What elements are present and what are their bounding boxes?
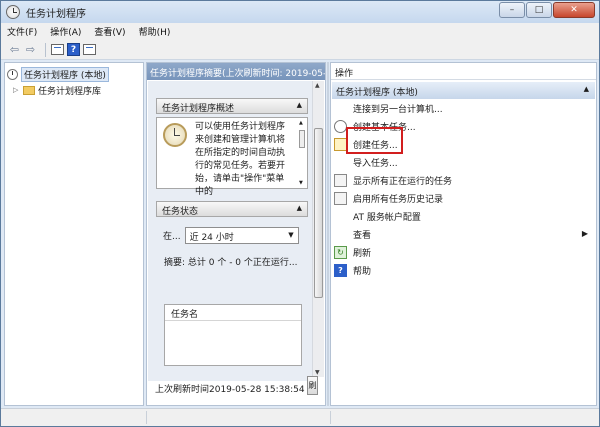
tree-item-library[interactable]: ▷ 任务计划程序库: [13, 82, 143, 98]
forward-arrow-icon[interactable]: ⇨: [24, 43, 37, 56]
title-bar[interactable]: 任务计划程序 – □ ✕: [1, 1, 599, 23]
status-bar-divider: [330, 411, 331, 424]
summary-scrollbar[interactable]: ▲ ▼: [312, 81, 324, 377]
scroll-thumb[interactable]: [299, 130, 305, 148]
close-button[interactable]: ✕: [553, 2, 595, 18]
refresh-icon: ↻: [334, 245, 347, 259]
submenu-arrow-icon: ▶: [581, 229, 588, 238]
actions-title: 操作: [331, 63, 596, 80]
overview-section-header[interactable]: 任务计划程序概述 ▲: [156, 98, 308, 114]
actions-section-header[interactable]: 任务计划程序 (本地) ▲: [332, 82, 595, 99]
action-label: 导入任务...: [353, 158, 398, 169]
action-connect-computer[interactable]: 连接到另一台计算机...: [331, 99, 596, 117]
action-at-service-config[interactable]: AT 服务帐户配置: [331, 207, 596, 225]
overview-panel: 可以使用任务计划程序来创建和管理计算机将在所指定的时间自动执行的常见任务。若要开…: [156, 117, 308, 197]
collapse-caret-icon[interactable]: ▲: [297, 204, 302, 212]
scroll-down-icon[interactable]: ▼: [299, 180, 303, 186]
pane-splitter[interactable]: [327, 62, 329, 406]
highlight-annotation-box: [346, 127, 403, 154]
action-label: 刷新: [353, 248, 372, 259]
maximize-button[interactable]: □: [526, 2, 552, 18]
refresh-summary-button[interactable]: 刷: [307, 376, 318, 395]
blank-icon: [334, 210, 347, 223]
menu-file[interactable]: 文件(F): [7, 25, 37, 38]
overview-text: 可以使用任务计划程序来创建和管理计算机将在所指定的时间自动执行的常见任务。若要开…: [195, 122, 286, 197]
status-bar: [1, 408, 599, 426]
scheduler-clock-icon: [163, 123, 187, 147]
console-tree: 任务计划程序 (本地) ▷ 任务计划程序库: [4, 62, 144, 406]
collapse-caret-icon[interactable]: ▲: [584, 85, 589, 93]
tree-item-label: 任务计划程序库: [38, 86, 102, 97]
action-enable-task-history[interactable]: 启用所有任务历史记录: [331, 189, 596, 207]
window-title: 任务计划程序: [26, 8, 86, 20]
collapse-caret-icon[interactable]: ▲: [297, 101, 302, 109]
action-label: 启用所有任务历史记录: [353, 194, 444, 205]
action-show-running-tasks[interactable]: 显示所有正在运行的任务: [331, 171, 596, 189]
menu-bar: 文件(F) 操作(A) 查看(V) 帮助(H): [1, 23, 599, 40]
menu-help[interactable]: 帮助(H): [139, 25, 171, 38]
time-range-select[interactable]: 近 24 小时 ▼: [184, 227, 299, 244]
toolbar: ⇦ ⇨ ?: [1, 40, 599, 60]
status-bar-divider: [146, 411, 147, 424]
chevron-down-icon: ▼: [288, 231, 294, 239]
action-label: 连接到另一台计算机...: [353, 104, 443, 115]
action-view[interactable]: 查看 ▶: [331, 225, 596, 243]
scroll-up-icon[interactable]: ▲: [299, 120, 303, 126]
status-title: 任务状态: [162, 207, 199, 217]
action-refresh[interactable]: ↻ 刷新: [331, 243, 596, 261]
tree-item-label: 任务计划程序 (本地): [21, 66, 109, 82]
column-task-name[interactable]: 任务名: [165, 305, 301, 321]
show-hide-action-pane-icon[interactable]: [83, 44, 96, 55]
summary-body: 任务计划程序概述 ▲ 可以使用任务计划程序来创建和管理计算机将在所指定的时间自动…: [148, 81, 312, 381]
overview-title: 任务计划程序概述: [162, 104, 235, 114]
status-section-header[interactable]: 任务状态 ▲: [156, 201, 308, 217]
history-icon: [334, 191, 347, 205]
summary-pane: 任务计划程序摘要(上次刷新时间: 2019-05-28 15:38:54) 任务…: [146, 62, 326, 406]
time-range-value: 近 24 小时: [189, 233, 234, 243]
scroll-up-icon[interactable]: ▲: [315, 82, 320, 89]
clock-icon: [7, 68, 18, 80]
action-import-task[interactable]: 导入任务...: [331, 153, 596, 171]
summary-header: 任务计划程序摘要(上次刷新时间: 2019-05-28 15:38:54): [147, 63, 325, 80]
folder-icon: [23, 85, 35, 95]
tree-item-local[interactable]: 任务计划程序 (本地): [7, 66, 143, 82]
blank-icon: [334, 156, 347, 169]
back-arrow-icon[interactable]: ⇦: [8, 43, 21, 56]
action-help[interactable]: ? 帮助: [331, 261, 596, 279]
toolbar-separator: [45, 42, 46, 57]
status-filter-label: 在...: [163, 232, 181, 242]
minimize-button[interactable]: –: [499, 2, 525, 18]
menu-view[interactable]: 查看(V): [94, 25, 125, 38]
expand-arrow-icon[interactable]: ▷: [13, 86, 21, 94]
blank-icon: [334, 228, 347, 241]
action-label: 查看: [353, 230, 372, 241]
help-icon[interactable]: ?: [67, 43, 80, 56]
scroll-thumb[interactable]: [314, 128, 323, 298]
task-status-table: 任务名: [164, 304, 302, 366]
window-controls: – □ ✕: [498, 2, 595, 18]
clock-icon: [6, 5, 20, 19]
action-label: 显示所有正在运行的任务: [353, 176, 453, 187]
last-refresh-time: 上次刷新时间2019-05-28 15:38:54: [155, 385, 305, 395]
action-label: 帮助: [353, 266, 372, 277]
running-tasks-icon: [334, 173, 347, 187]
task-scheduler-window: 任务计划程序 – □ ✕ 文件(F) 操作(A) 查看(V) 帮助(H) ⇦ ⇨…: [0, 0, 600, 427]
action-label: AT 服务帐户配置: [353, 212, 421, 223]
overview-scrollbar[interactable]: ▲ ▼: [298, 120, 306, 186]
scroll-down-icon[interactable]: ▼: [315, 369, 320, 376]
task-summary: 摘要: 总计 0 个 - 0 个正在运行...: [164, 258, 298, 268]
actions-pane: 操作 任务计划程序 (本地) ▲ 连接到另一台计算机... 创建基本任务... …: [330, 62, 597, 406]
menu-action[interactable]: 操作(A): [50, 25, 81, 38]
status-filter: 在... 近 24 小时 ▼: [163, 227, 299, 244]
actions-section-label: 任务计划程序 (本地): [336, 88, 418, 98]
help-icon: ?: [334, 263, 347, 277]
show-hide-console-tree-icon[interactable]: [51, 44, 64, 55]
blank-icon: [334, 102, 347, 115]
